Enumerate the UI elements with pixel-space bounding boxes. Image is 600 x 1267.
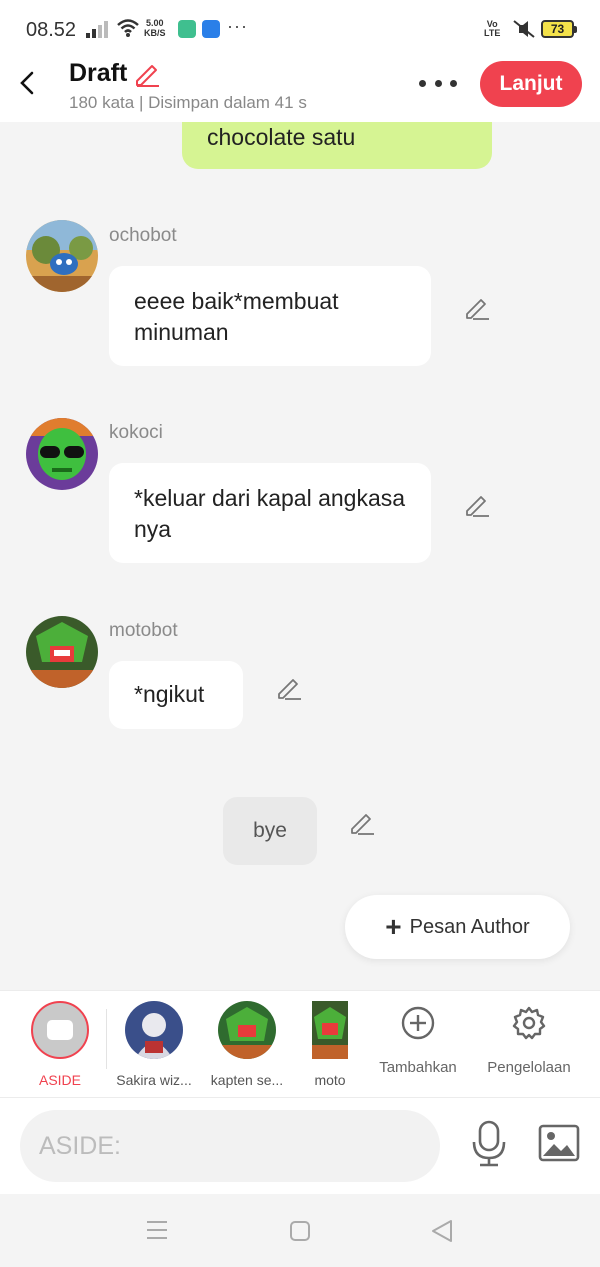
edit-title-icon[interactable] [133,60,161,88]
status-bar: 08.52 5.00 KB/S ··· Vo LTE 73 [0,0,600,58]
avatar[interactable] [26,616,98,688]
more-options-button[interactable] [419,76,457,90]
author-message-button[interactable]: + Pesan Author [345,895,570,959]
character-aside[interactable]: ASIDE [30,1001,90,1088]
speed-unit: KB/S [144,28,166,38]
sender-name: kokoci [109,422,163,443]
avatar[interactable] [26,418,98,490]
edit-message-icon[interactable] [275,674,303,702]
plus-icon: + [385,911,402,942]
dot [450,79,457,87]
dot [434,79,442,87]
gear-icon [512,1006,546,1040]
microphone-icon[interactable] [470,1120,508,1168]
next-button[interactable]: Lanjut [480,61,582,107]
app-notification-icon [178,20,196,38]
signal-icon [86,21,108,38]
dot [419,79,426,87]
character-item[interactable]: Sakira wiz... [110,1001,198,1088]
nav-back-icon[interactable] [430,1219,454,1243]
character-label: Sakira wiz... [116,1072,192,1088]
character-avatar [218,1001,276,1059]
own-message-bubble[interactable]: chocolate satu [182,122,492,169]
narration-bubble[interactable]: bye [223,797,317,865]
word-count-status: 180 kata | Disimpan dalam 41 s [69,93,307,112]
sender-name: motobot [109,620,178,641]
speed-value: 5.00 [145,18,164,28]
volte-bottom: LTE [484,28,501,38]
sender-name: ochobot [109,225,177,246]
message-bubble[interactable]: eeee baik*membuat minuman [109,266,431,366]
edit-narration-icon[interactable] [348,809,376,837]
battery-indicator: 73 [541,20,577,38]
add-label: Tambahkan [379,1059,457,1076]
page-title: Draft [69,58,128,87]
mute-icon [513,20,535,38]
avatar[interactable] [26,220,98,292]
divider [106,1009,107,1069]
system-nav-bar [0,1194,600,1267]
chat-area[interactable]: chocolate satu ochobot eeee baik*membuat… [0,122,600,990]
top-header: Draft 180 kata | Disimpan dalam 41 s Lan… [0,58,600,122]
message-bubble[interactable]: *keluar dari kapal angkasa nya [109,463,431,563]
character-item[interactable]: kapten se... [204,1001,290,1088]
character-label: kapten se... [210,1072,284,1088]
character-label: ASIDE [38,1072,81,1088]
message-bubble[interactable]: *ngikut [109,661,243,729]
character-avatar [125,1001,183,1059]
author-message-label: Pesan Author [409,915,530,938]
recent-apps-icon[interactable] [146,1220,168,1240]
add-character-button[interactable]: Tambahkan [372,1005,464,1076]
character-label: moto [314,1072,346,1088]
home-icon[interactable] [289,1220,311,1242]
input-bar [0,1098,600,1194]
character-avatar [312,1001,348,1059]
character-item[interactable]: moto [310,1001,350,1088]
manage-button[interactable]: Pengelolaan [482,1005,576,1076]
more-notifications-icon: ··· [227,16,248,36]
edit-message-icon[interactable] [463,491,491,519]
back-arrow-icon[interactable] [14,68,42,98]
message-input[interactable] [20,1110,440,1182]
volte-indicator: Vo LTE [484,20,500,38]
status-time: 08.52 [26,19,77,41]
add-circle-icon [401,1006,435,1040]
app-notification-icon [202,20,220,38]
edit-message-icon[interactable] [463,294,491,322]
aside-icon [31,1001,89,1059]
image-icon[interactable] [538,1124,580,1162]
title-row: Draft [69,58,161,88]
character-selector: ASIDE Sakira wiz... kapten se... moto Ta… [0,990,600,1098]
wifi-icon [117,19,139,37]
network-speed: 5.00 KB/S [144,18,166,38]
manage-label: Pengelolaan [487,1059,571,1076]
